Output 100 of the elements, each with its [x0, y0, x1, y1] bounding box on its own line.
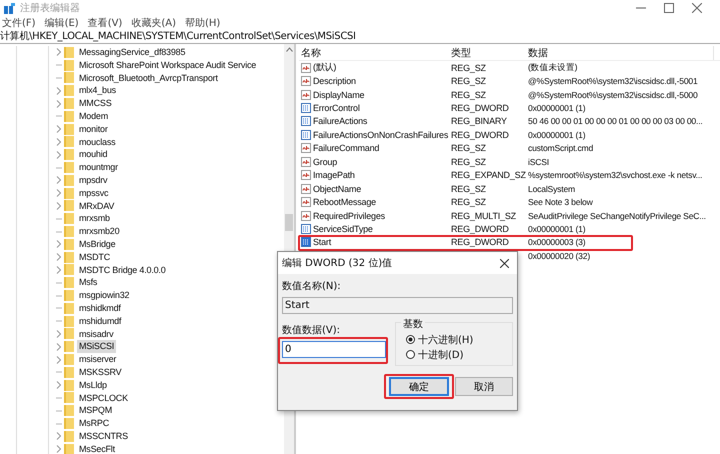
tree-item[interactable]: mrxsmb20 [77, 225, 122, 238]
value-name[interactable]: Description [313, 76, 356, 86]
value-data: 0x00000020 (32) [528, 250, 590, 261]
tree-item[interactable]: mountmgr [77, 161, 120, 174]
binary-value-icon [301, 237, 311, 248]
value-type: REG_BINARY [451, 116, 507, 126]
tree-item[interactable]: msiserver [77, 353, 118, 366]
folder-icon [64, 85, 74, 96]
value-name[interactable]: ServiceSidType [313, 224, 373, 234]
tree-item[interactable]: mshidumdf [77, 314, 124, 328]
menu-item[interactable]: 查看(V) [88, 16, 122, 30]
tree-item[interactable]: MsLldp [77, 378, 109, 392]
folder-icon [64, 124, 74, 135]
folder-icon [64, 328, 74, 340]
tree-item[interactable]: Microsoft_Bluetooth_AvrcpTransport [77, 72, 220, 84]
tree-item[interactable]: MSSCNTRS [77, 430, 130, 443]
value-name[interactable]: ErrorControl [313, 103, 360, 114]
close-icon [692, 3, 702, 13]
registry-icon [4, 2, 15, 14]
column-header[interactable]: 类型 [451, 46, 528, 60]
tree-item[interactable]: MSPCLOCK [77, 392, 130, 404]
tree-item[interactable]: MSDTC Bridge 4.0.0.0 [77, 264, 168, 276]
cancel-button[interactable]: 取消 [455, 377, 513, 396]
binary-value-icon [301, 116, 311, 126]
tree-item[interactable]: mouhid [77, 148, 110, 162]
folder-icon [64, 252, 74, 263]
ok-button[interactable]: 确定 [389, 377, 449, 396]
tree-item[interactable]: mlx4_bus [77, 84, 118, 98]
tree-item[interactable]: MsRPC [77, 417, 111, 430]
value-name[interactable]: FailureActions [313, 116, 368, 126]
value-name[interactable]: Start [313, 237, 332, 248]
tree-item[interactable]: MSiSCSI [77, 340, 116, 354]
scroll-thumb[interactable] [285, 214, 293, 231]
tree-item[interactable]: monitor [77, 122, 110, 136]
value-data: @%SystemRoot%\system32\iscsidsc.dll,-5000 [528, 90, 698, 100]
radio-button[interactable] [406, 350, 415, 359]
string-value-icon [301, 143, 311, 154]
value-type: REG_DWORD [451, 237, 509, 248]
tree-item[interactable]: MsBridge [77, 238, 118, 251]
column-header[interactable]: 数据 [528, 46, 714, 60]
value-name[interactable]: ImagePath [313, 170, 355, 180]
tree-item[interactable]: Microsoft SharePoint Workspace Audit Service [77, 58, 258, 72]
value-data: 0x00000001 (1) [528, 130, 586, 140]
scroll-up-icon [286, 47, 292, 52]
tree-item[interactable]: MSPQM [77, 404, 114, 418]
value-name[interactable]: RequiredPrivileges [313, 210, 385, 221]
tree-item[interactable]: Modem [77, 110, 110, 123]
value-name[interactable]: FailureCommand [313, 143, 380, 154]
tree-item[interactable]: Msfs [77, 276, 100, 290]
tree-item[interactable]: mpssvc [77, 186, 110, 200]
value-name[interactable]: RebootMessage [313, 197, 376, 208]
menu-item[interactable]: 编辑(E) [44, 16, 79, 30]
radio-label[interactable]: 十六进制(H) [418, 332, 474, 346]
folder-icon [64, 162, 74, 174]
value-data-field[interactable]: 0 [282, 341, 386, 358]
tree-item[interactable]: mshidkmdf [77, 302, 123, 315]
folder-icon [64, 341, 74, 352]
tree-item[interactable]: MSKSSRV [77, 366, 124, 379]
string-value-icon [301, 156, 311, 167]
folder-icon [64, 238, 74, 250]
tree-item[interactable]: MMCSS [77, 97, 114, 110]
value-name[interactable]: FailureActionsOnNonCrashFailures [313, 130, 448, 140]
folder-icon [64, 290, 74, 302]
address-bar[interactable]: 计算机\HKEY_LOCAL_MACHINE\SYSTEM\CurrentControlSet\Services\MSiSCSI [0, 30, 720, 44]
menu-item[interactable]: 文件(F) [2, 16, 36, 30]
folder-icon [64, 174, 74, 186]
tree-item[interactable]: mrxsmb [77, 212, 112, 226]
name-field[interactable]: Start [282, 297, 513, 314]
value-name[interactable]: Group [313, 156, 338, 167]
value-name[interactable]: (默认) [313, 61, 336, 74]
menu-item[interactable]: 收藏夹(A) [131, 16, 176, 30]
value-data: 50 46 00 00 01 00 00 00 01 00 00 00 03 00 00... [528, 116, 703, 126]
folder-icon [64, 405, 74, 416]
value-data: customScript.cmd [528, 143, 594, 154]
tree-item[interactable]: MSDTC [77, 250, 112, 264]
field-label: 数值数据(V): [282, 324, 342, 338]
tree-item[interactable]: mouclass [77, 136, 118, 148]
string-value-icon [301, 76, 311, 86]
value-name[interactable]: ObjectName [313, 184, 362, 194]
string-value-icon [301, 170, 311, 180]
column-header[interactable]: 名称 [299, 46, 451, 60]
tree-item[interactable]: MessagingService_df83985 [77, 46, 188, 59]
tree-item[interactable]: MsSecFlt [77, 442, 117, 454]
tree-item[interactable]: msgpiowin32 [77, 289, 132, 302]
radio-button[interactable] [406, 335, 415, 344]
folder-icon [64, 316, 74, 327]
folder-icon [64, 302, 74, 314]
folder-icon [64, 213, 74, 224]
dialog-title: 编辑 DWORD (32 位)值 [282, 256, 392, 270]
folder-icon [64, 188, 74, 199]
value-name[interactable]: DisplayName [313, 90, 364, 100]
folder-icon [64, 46, 74, 58]
tree-item[interactable]: mpsdrv [77, 174, 110, 187]
folder-icon [64, 72, 74, 84]
tree-item[interactable]: MRxDAV [77, 200, 116, 212]
folder-icon [64, 110, 74, 122]
tree-item[interactable]: msisadrv [77, 328, 116, 340]
field-label: 数值名称(N): [282, 280, 342, 294]
menu-item[interactable]: 帮助(H) [185, 16, 220, 30]
radio-label[interactable]: 十进制(D) [418, 348, 464, 362]
